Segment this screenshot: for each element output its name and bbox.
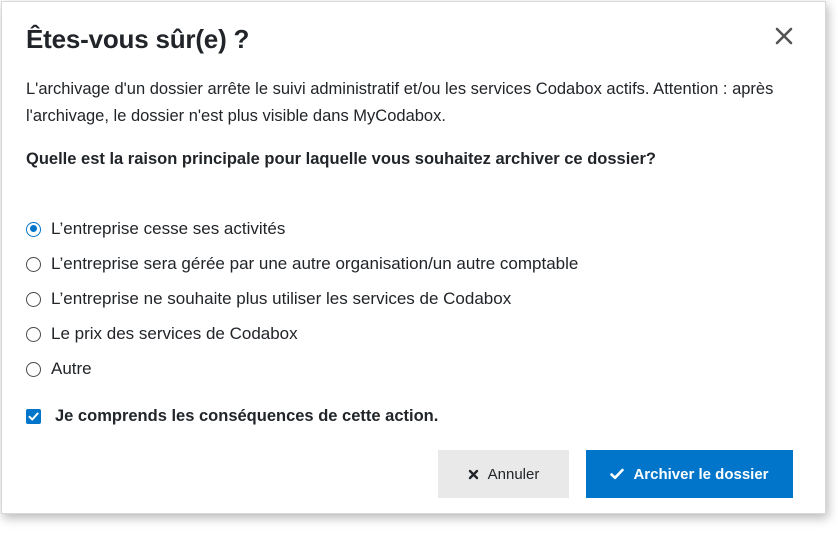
confirm-label: Je comprends les conséquences de cette a… [55,406,439,425]
archive-folder-button[interactable]: Archiver le dossier [586,450,793,498]
reason-option-other[interactable]: Autre [26,354,92,384]
confirm-consequences-checkbox-row[interactable]: Je comprends les conséquences de cette a… [26,403,438,429]
cancel-button-label: Annuler [487,465,540,483]
radio-button[interactable] [26,326,41,342]
reason-label: Le prix des services de Codabox [51,324,298,343]
radio-button[interactable] [26,256,41,272]
reason-label: L’entreprise cesse ses activités [51,219,286,238]
confirm-checkbox[interactable] [26,408,41,424]
reason-label: Autre [51,359,92,378]
checkmark-icon [610,468,625,480]
close-button[interactable] [772,24,796,48]
radio-button-selected[interactable] [26,221,41,237]
close-icon [775,27,793,45]
reason-option-price[interactable]: Le prix des services de Codabox [26,319,298,349]
reason-label: L’entreprise sera gérée par une autre or… [51,254,579,273]
reason-option-cessation[interactable]: L’entreprise cesse ses activités [26,214,285,244]
radio-button[interactable] [26,291,41,307]
x-icon [468,469,479,480]
reason-label: L’entreprise ne souhaite plus utiliser l… [51,289,512,308]
reason-option-stop-services[interactable]: L’entreprise ne souhaite plus utiliser l… [26,284,511,314]
dialog-title: Êtes-vous sûr(e) ? [26,24,250,54]
cancel-button[interactable]: Annuler [438,450,569,498]
checkmark-icon [28,412,39,420]
confirm-archive-dialog: Êtes-vous sûr(e) ? L'archivage d'un doss… [1,1,826,514]
archive-button-label: Archiver le dossier [633,465,769,483]
radio-button[interactable] [26,361,41,377]
dialog-description: L'archivage d'un dossier arrête le suivi… [26,80,774,125]
reason-option-other-accountant[interactable]: L’entreprise sera gérée par une autre or… [26,249,578,279]
reason-question: Quelle est la raison principale pour laq… [26,150,656,168]
